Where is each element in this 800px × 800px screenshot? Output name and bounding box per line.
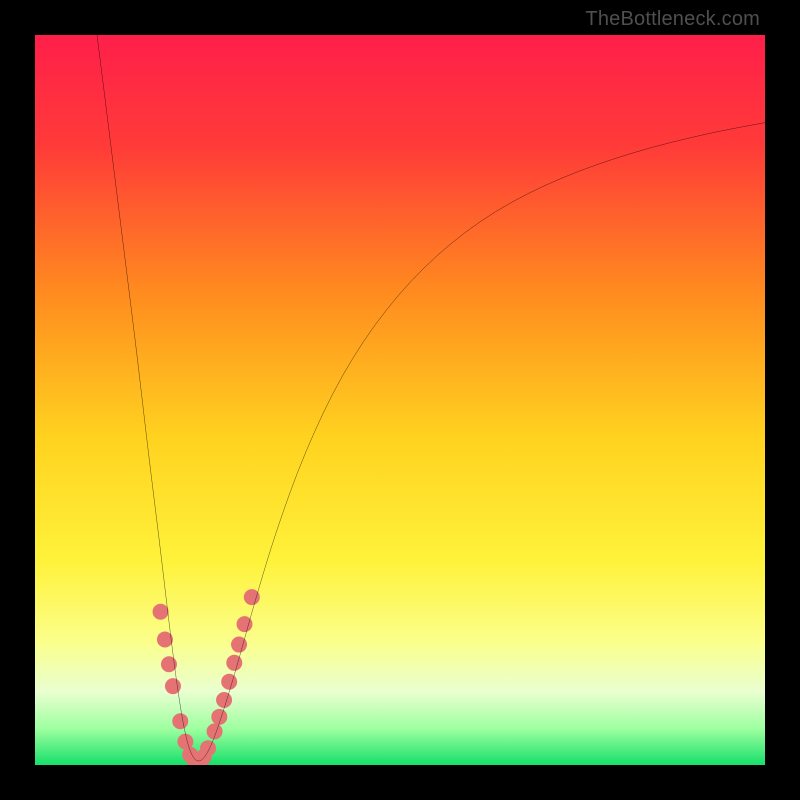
data-marker (211, 709, 227, 725)
data-marker (153, 604, 169, 620)
data-marker (226, 655, 242, 671)
data-marker (165, 678, 181, 694)
data-marker (161, 656, 177, 672)
data-marker (216, 692, 232, 708)
chart-container: TheBottleneck.com (0, 0, 800, 800)
watermark-text: TheBottleneck.com (585, 8, 760, 31)
bottleneck-curve (97, 35, 765, 761)
data-marker (244, 589, 260, 605)
data-marker (221, 674, 237, 690)
curve-layer (35, 35, 765, 765)
data-markers (153, 589, 260, 765)
data-marker (172, 713, 188, 729)
plot-area (35, 35, 765, 765)
data-marker (200, 740, 216, 756)
data-marker (207, 723, 223, 739)
